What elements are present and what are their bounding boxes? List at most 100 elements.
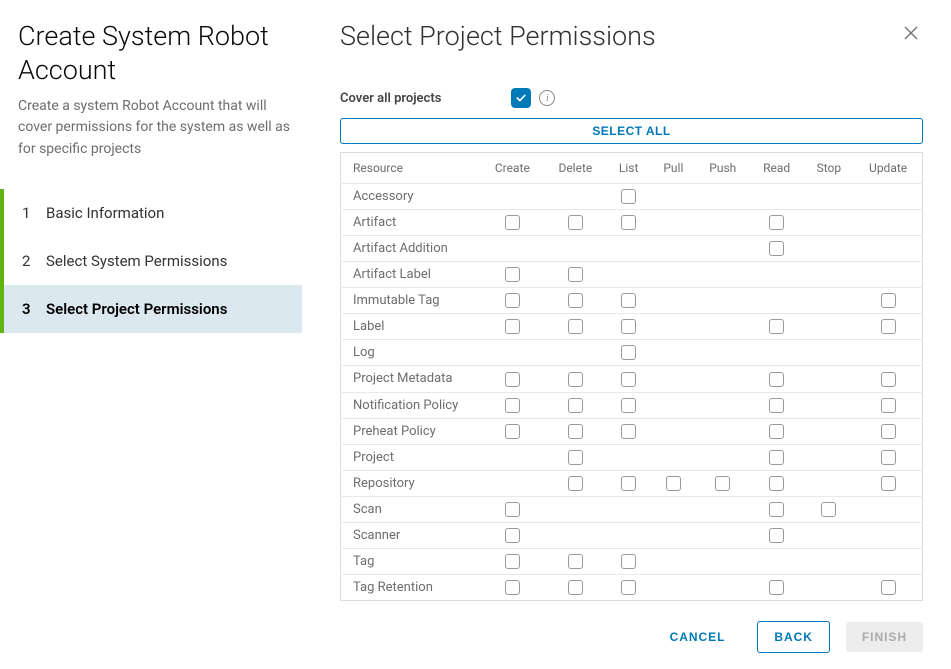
perm-checkbox[interactable] (505, 372, 520, 387)
perm-checkbox[interactable] (769, 398, 784, 413)
perm-cell (481, 470, 545, 496)
perm-checkbox[interactable] (621, 293, 636, 308)
perm-cell (750, 392, 804, 418)
perm-checkbox[interactable] (621, 319, 636, 334)
perm-cell (481, 262, 545, 288)
perm-cell (854, 262, 922, 288)
perm-checkbox[interactable] (568, 450, 583, 465)
perm-checkbox[interactable] (881, 293, 896, 308)
perm-checkbox[interactable] (505, 293, 520, 308)
column-update: Update (854, 153, 922, 184)
perm-cell (651, 314, 696, 340)
perm-checkbox[interactable] (568, 476, 583, 491)
perm-checkbox[interactable] (621, 580, 636, 595)
perm-checkbox[interactable] (505, 424, 520, 439)
perm-checkbox[interactable] (881, 580, 896, 595)
perm-cell (651, 236, 696, 262)
perm-checkbox[interactable] (769, 580, 784, 595)
perm-cell (804, 366, 855, 392)
perm-checkbox[interactable] (769, 502, 784, 517)
perm-checkbox[interactable] (881, 476, 896, 491)
perm-checkbox[interactable] (881, 372, 896, 387)
perm-cell (696, 392, 750, 418)
perm-cell (696, 522, 750, 548)
perm-checkbox[interactable] (621, 189, 636, 204)
wizard-step-2[interactable]: 2Select System Permissions (0, 237, 302, 285)
perm-cell (651, 262, 696, 288)
perm-checkbox[interactable] (568, 372, 583, 387)
wizard-step-1[interactable]: 1Basic Information (0, 189, 302, 237)
perm-checkbox[interactable] (881, 450, 896, 465)
perm-checkbox[interactable] (568, 267, 583, 282)
perm-checkbox[interactable] (769, 372, 784, 387)
perm-cell (606, 366, 650, 392)
perm-cell (804, 340, 855, 366)
perm-checkbox[interactable] (505, 580, 520, 595)
perm-checkbox[interactable] (505, 319, 520, 334)
perm-checkbox[interactable] (621, 424, 636, 439)
perm-checkbox[interactable] (715, 476, 730, 491)
perm-cell (544, 288, 606, 314)
resource-cell: Scan (341, 496, 481, 522)
perm-checkbox[interactable] (769, 450, 784, 465)
perm-checkbox[interactable] (881, 424, 896, 439)
perm-cell (606, 444, 650, 470)
perm-checkbox[interactable] (621, 554, 636, 569)
perm-checkbox[interactable] (621, 372, 636, 387)
perm-checkbox[interactable] (505, 528, 520, 543)
perm-checkbox[interactable] (769, 319, 784, 334)
select-all-button[interactable]: SELECT ALL (340, 118, 923, 144)
perm-checkbox[interactable] (505, 215, 520, 230)
perm-cell (606, 288, 650, 314)
perm-checkbox[interactable] (769, 476, 784, 491)
perm-checkbox[interactable] (568, 554, 583, 569)
perm-checkbox[interactable] (568, 293, 583, 308)
column-pull: Pull (651, 153, 696, 184)
perm-cell (696, 314, 750, 340)
perm-checkbox[interactable] (505, 554, 520, 569)
perm-checkbox[interactable] (568, 319, 583, 334)
cover-all-projects-checkbox[interactable] (511, 88, 531, 108)
cancel-button[interactable]: CANCEL (654, 622, 742, 652)
wizard-steps: 1Basic Information2Select System Permiss… (0, 189, 302, 333)
perm-checkbox[interactable] (769, 215, 784, 230)
resource-cell: Tag (341, 548, 481, 574)
table-row: Label (341, 314, 923, 340)
perm-checkbox[interactable] (568, 424, 583, 439)
perm-cell (696, 210, 750, 236)
perm-checkbox[interactable] (505, 398, 520, 413)
perm-cell (854, 366, 922, 392)
info-icon[interactable]: i (539, 90, 555, 106)
perm-cell (544, 444, 606, 470)
perm-checkbox[interactable] (621, 398, 636, 413)
perm-cell (651, 470, 696, 496)
perm-checkbox[interactable] (621, 476, 636, 491)
close-icon[interactable] (899, 20, 923, 48)
perm-checkbox[interactable] (505, 502, 520, 517)
perm-checkbox[interactable] (769, 528, 784, 543)
perm-cell (544, 522, 606, 548)
perm-checkbox[interactable] (769, 241, 784, 256)
perm-cell (804, 210, 855, 236)
wizard-step-3[interactable]: 3Select Project Permissions (0, 285, 302, 333)
table-row: Repository (341, 470, 923, 496)
perm-checkbox[interactable] (568, 580, 583, 595)
perm-cell (481, 366, 545, 392)
perm-checkbox[interactable] (505, 267, 520, 282)
perm-checkbox[interactable] (881, 319, 896, 334)
perm-checkbox[interactable] (621, 345, 636, 360)
perm-cell (854, 418, 922, 444)
perm-cell (544, 184, 606, 210)
perm-cell (651, 392, 696, 418)
perm-checkbox[interactable] (821, 502, 836, 517)
perm-checkbox[interactable] (666, 476, 681, 491)
finish-button[interactable]: FINISH (846, 622, 923, 652)
perm-checkbox[interactable] (568, 215, 583, 230)
perm-checkbox[interactable] (769, 424, 784, 439)
back-button[interactable]: BACK (757, 621, 830, 653)
perm-cell (651, 418, 696, 444)
perm-checkbox[interactable] (621, 215, 636, 230)
perm-cell (750, 496, 804, 522)
perm-checkbox[interactable] (881, 398, 896, 413)
perm-checkbox[interactable] (568, 398, 583, 413)
